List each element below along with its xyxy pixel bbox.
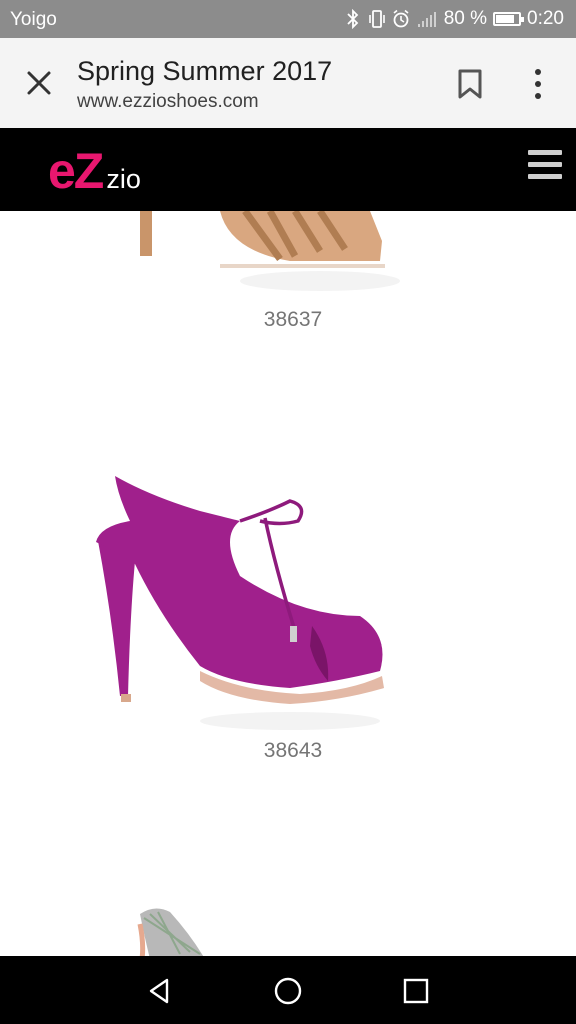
product-code: 38643 xyxy=(263,739,323,762)
logo-zio: zio xyxy=(106,164,141,194)
product-list: 38637 38643 xyxy=(0,211,576,956)
product-item[interactable]: 38637 xyxy=(0,211,576,351)
page-title: Spring Summer 2017 xyxy=(77,56,333,86)
logo-ez: eZ xyxy=(48,143,104,199)
product-item[interactable] xyxy=(0,901,576,956)
clock: 0:20 xyxy=(527,8,564,29)
system-nav-bar xyxy=(0,956,576,1024)
product-image[interactable] xyxy=(90,466,400,736)
site-logo[interactable]: eZ zio xyxy=(48,142,141,200)
carrier-name: Yoigo xyxy=(10,9,57,30)
product-item[interactable]: 38643 xyxy=(0,461,576,771)
more-vert-icon[interactable] xyxy=(528,66,548,102)
battery-percent: 80 % xyxy=(443,8,488,29)
home-icon[interactable] xyxy=(273,976,303,1006)
vibrate-icon xyxy=(368,10,385,28)
battery-icon xyxy=(493,12,525,26)
alarm-icon xyxy=(393,9,409,28)
browser-toolbar: Spring Summer 2017 www.ezzioshoes.com xyxy=(0,38,576,128)
site-header: eZ zio xyxy=(0,128,576,211)
back-icon[interactable] xyxy=(145,976,175,1006)
status-bar: Yoigo 80 % 0:20 xyxy=(0,0,576,38)
close-icon[interactable] xyxy=(22,66,56,100)
recents-icon[interactable] xyxy=(401,976,431,1006)
product-image[interactable] xyxy=(120,211,410,296)
status-icons: 80 % 0:20 xyxy=(344,8,564,30)
bookmark-icon[interactable] xyxy=(456,68,484,100)
hamburger-menu-icon[interactable] xyxy=(528,150,562,180)
product-image[interactable] xyxy=(130,904,220,956)
bluetooth-icon xyxy=(347,9,358,29)
page-url[interactable]: www.ezzioshoes.com xyxy=(77,91,259,113)
signal-icon xyxy=(417,12,436,27)
product-code: 38637 xyxy=(263,308,323,331)
